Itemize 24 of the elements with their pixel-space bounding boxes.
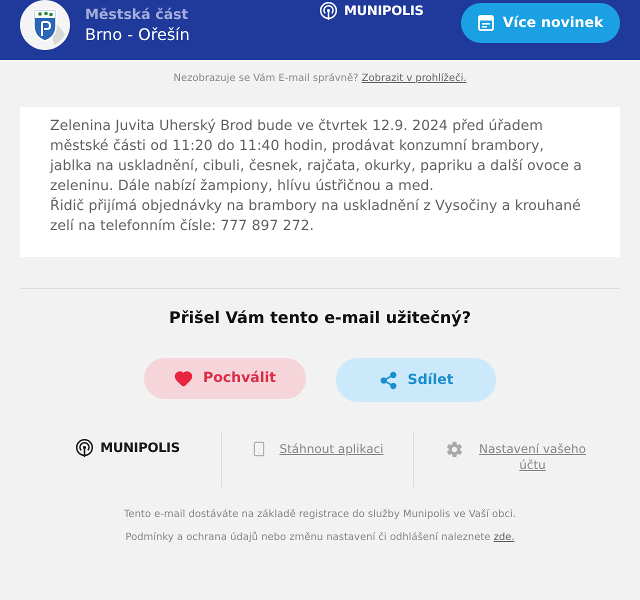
brand-wordmark: MUNIPOLIS bbox=[100, 440, 180, 458]
terms-note: Podmínky a ochrana údajů nebo změnu nastavení či odhlášení naleznete zde. bbox=[124, 531, 516, 545]
terms-link[interactable]: zde. bbox=[494, 532, 515, 543]
message-paragraph: Řidič přijímá objednávky na brambory na uskladnění z Vysočiny a krouhané zelí na telefonním čísle: 777 897 272. bbox=[50, 196, 582, 236]
account-settings-link[interactable]: Nastavení vašeho účtu bbox=[476, 441, 588, 473]
share-button[interactable]: Sdílet bbox=[336, 358, 496, 402]
settings-icon bbox=[446, 441, 462, 458]
view-in-browser-link[interactable]: Zobrazit v prohlížeči. bbox=[362, 73, 467, 84]
municipality-name: Brno - Ořešín bbox=[85, 24, 190, 45]
news-icon bbox=[478, 15, 494, 31]
browser-notice: Nezobrazuje se Vám E-mail správně? Zobrazit v prohlížeči. bbox=[172, 72, 468, 86]
broadcast-icon bbox=[75, 439, 94, 458]
municipality-label: Městská část bbox=[85, 6, 188, 24]
feedback-question: Přišel Vám tento e-mail užitečný? bbox=[168, 307, 472, 329]
registration-note: Tento e-mail dostáváte na základě registrace do služby Munipolis ve Vaší obci. bbox=[123, 508, 517, 522]
download-app-link[interactable]: Stáhnout aplikaci bbox=[279, 441, 384, 457]
share-icon bbox=[378, 370, 398, 390]
praise-button[interactable]: Pochválit bbox=[144, 358, 306, 399]
broadcast-icon bbox=[319, 2, 338, 21]
brand-wordmark: MUNIPOLIS bbox=[344, 2, 424, 20]
more-news-button[interactable]: Více novinek bbox=[461, 3, 620, 43]
shield-icon bbox=[20, 0, 70, 50]
heart-icon bbox=[174, 369, 193, 388]
message-paragraph: Zelenina Juvita Uherský Brod bude ve čtvrtek 12.9. 2024 před úřadem městské části od 11:20 do 11:40 hodin, prodávat konzumní brambory, jablka na uskladnění, cibuli, česnek, rajčata, okurky, papriku a další ovoce a zeleninu. Dále nabízí žampiony, hlívu ústřičnou a med. bbox=[50, 117, 583, 196]
